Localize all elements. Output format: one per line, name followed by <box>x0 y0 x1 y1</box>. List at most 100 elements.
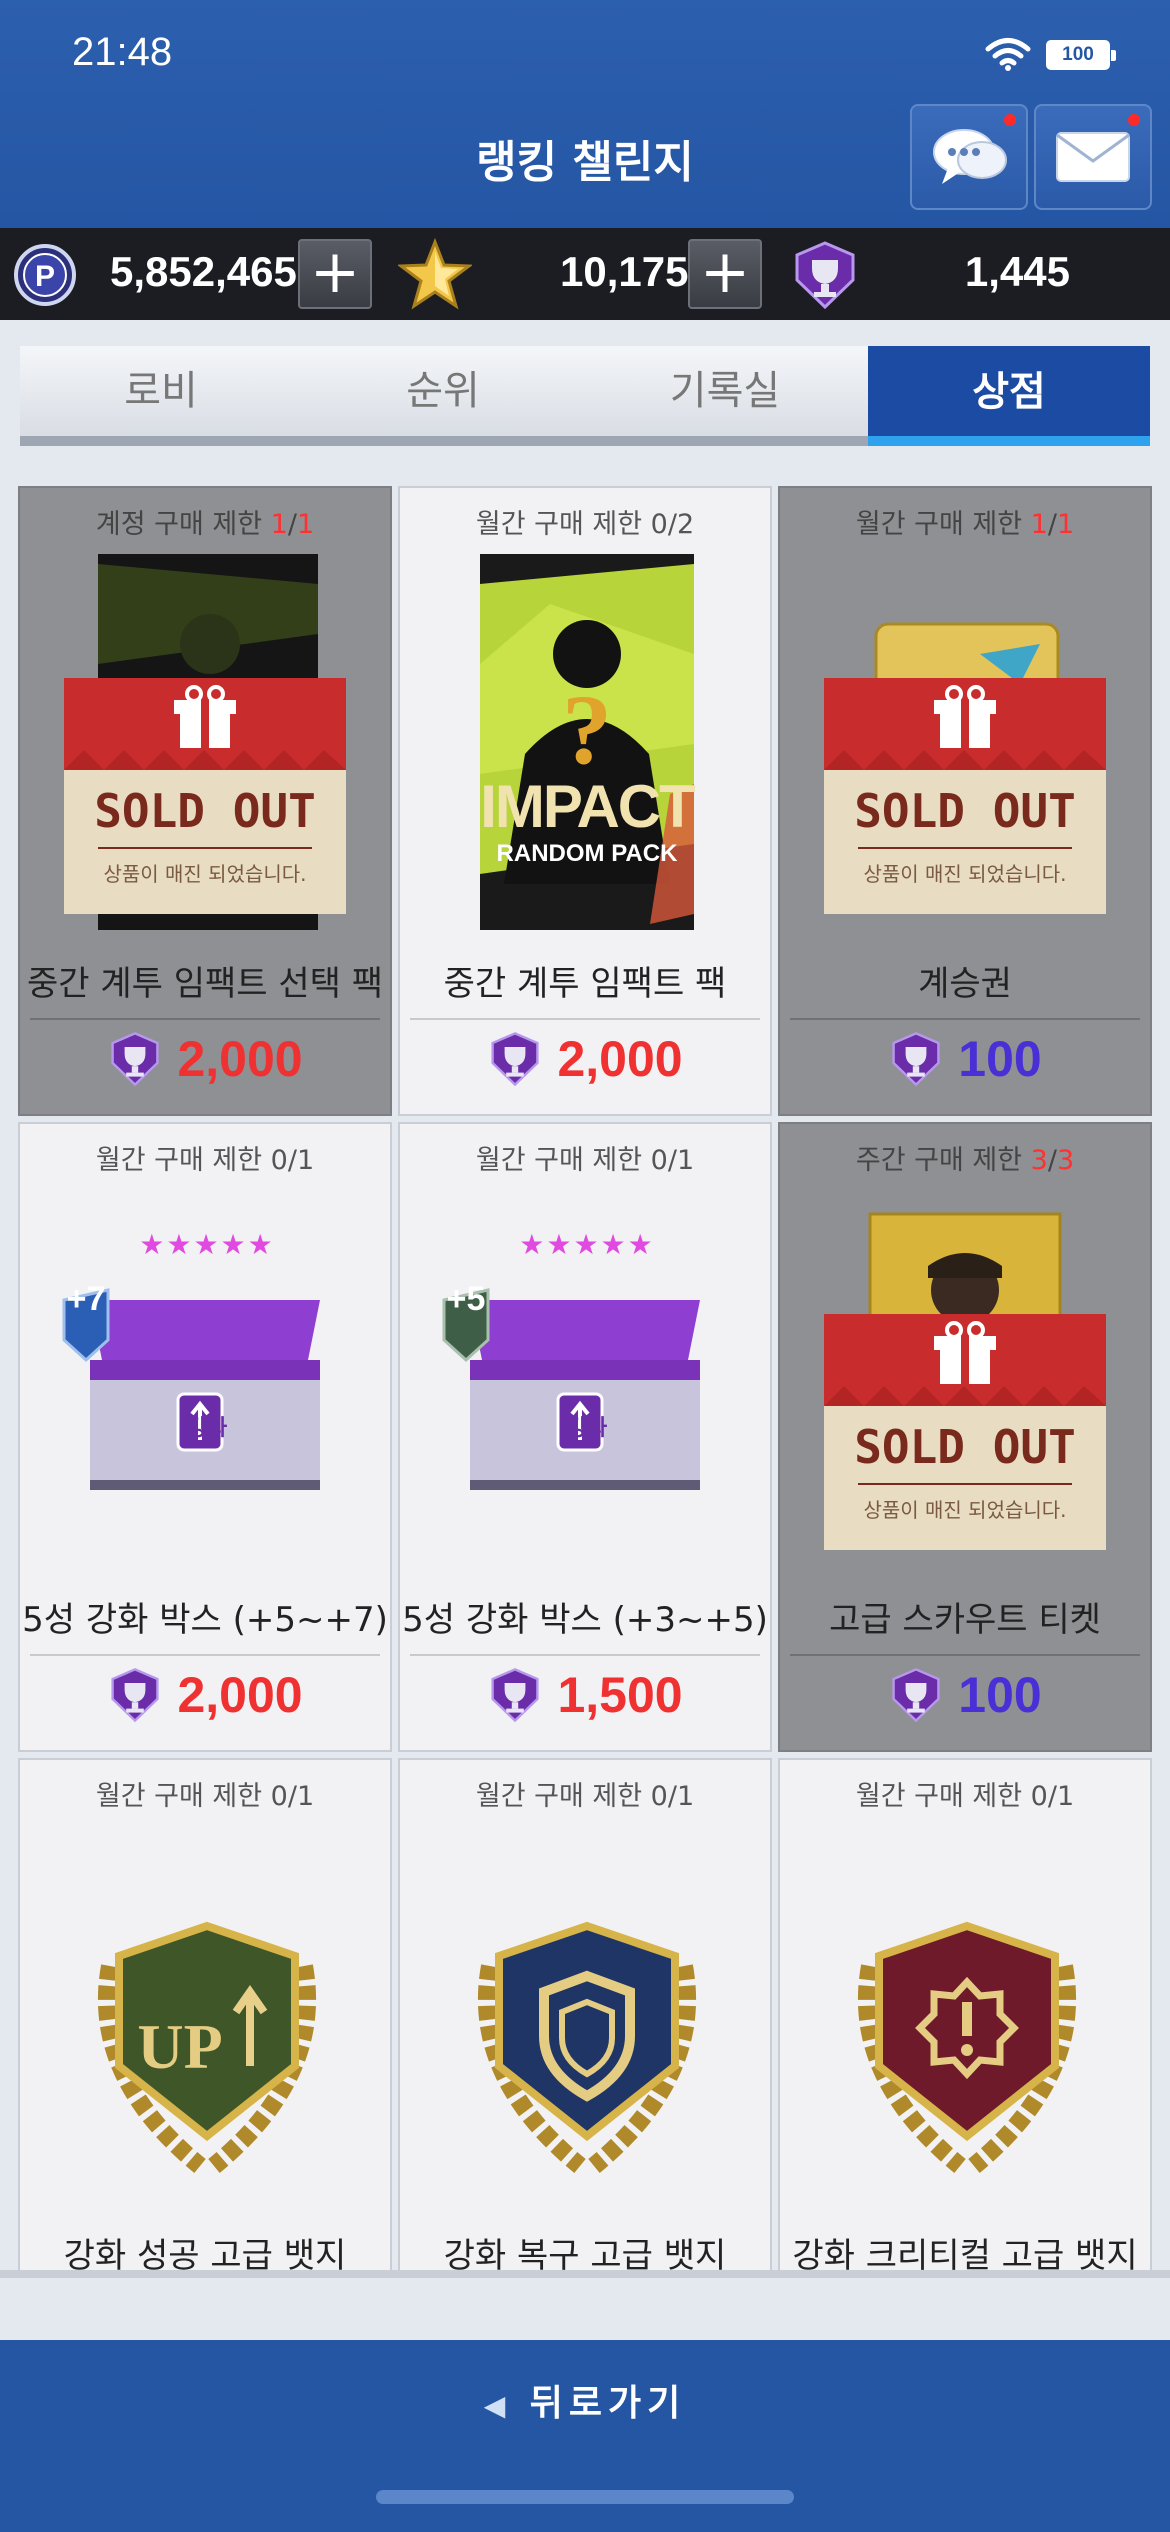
purchase-limit: 월간 구매 제한 0/1 <box>475 1145 695 1176</box>
trophy-shield-icon <box>892 1668 940 1723</box>
item-name: 고급 스카우트 티켓 <box>829 1600 1101 1640</box>
divider <box>790 1654 1140 1656</box>
purchase-limit: 계정 구매 제한 1/1 <box>95 509 315 540</box>
sold-out-subtitle: 상품이 매진 되었습니다. <box>863 862 1067 886</box>
notification-dot <box>1004 114 1016 126</box>
item-name: 중간 계투 임팩트 선택 팩 <box>26 964 384 1004</box>
item-name: 강화 성공 고급 뱃지 <box>63 2236 347 2270</box>
item-price: 2,000 <box>20 1666 390 1724</box>
wifi-icon <box>985 38 1031 71</box>
purchase-limit: 월간 구매 제한 0/1 <box>475 1781 695 1812</box>
sold-out-title: SOLD OUT <box>94 784 316 838</box>
add-points-button[interactable]: + <box>298 239 372 309</box>
shop-item-card[interactable]: 월간 구매 제한 0/1 ★★★★★ +5 강화 5성 강화 박스 (+3~+5… <box>398 1122 772 1752</box>
purchase-limit: 월간 구매 제한 0/1 <box>95 1781 315 1812</box>
box-stars: ★★★★★ <box>519 1228 655 1261</box>
shop-item-card[interactable]: 월간 구매 제한 1/1 SOLD OUT 상품이 매진 되었습니다. 계승권 … <box>778 486 1152 1116</box>
shop-item-card[interactable]: 월간 구매 제한 0/1 ★★★★★ +7 강화 5성 강화 박스 (+5~+7… <box>18 1122 392 1752</box>
upgrade-critical-badge-icon <box>858 1921 1076 2173</box>
item-image <box>810 1816 1124 2216</box>
purchase-limit: 월간 구매 제한 0/1 <box>95 1145 315 1176</box>
tab-shop[interactable]: 상점 <box>868 346 1150 446</box>
tab-records[interactable]: 기록실 <box>584 346 866 436</box>
add-stars-button[interactable]: + <box>688 239 762 309</box>
shop-item-card[interactable]: 주간 구매 제한 3/3 SOLD OUT 상품이 매진 되었습니다. 고급 스… <box>778 1122 1152 1752</box>
trophy-shield-icon <box>892 1032 940 1087</box>
item-price: 100 <box>780 1666 1150 1724</box>
item-name: 5성 강화 박스 (+5~+7) <box>22 1600 388 1640</box>
box-label: 강화 <box>186 1416 228 1441</box>
shop-item-card[interactable]: 월간 구매 제한 0/1 UP 강화 성공 고급 뱃지 <box>18 1758 392 2270</box>
envelope-icon <box>1056 132 1130 182</box>
points-value: 5,852,465 <box>110 248 297 295</box>
shop-item-card[interactable]: 월간 구매 제한 0/1 강화 크리티컬 고급 뱃지 <box>778 1758 1152 2270</box>
svg-text:P: P <box>35 260 55 293</box>
shop-item-card[interactable]: 월간 구매 제한 0/2 ? IMPACT RANDOM PACK 중간 계투 … <box>398 486 772 1116</box>
divider <box>30 1654 380 1656</box>
badge-up-text: UP <box>137 2011 223 2082</box>
trophy-shield-icon <box>111 1032 160 1087</box>
sold-out-subtitle: 상품이 매진 되었습니다. <box>863 1498 1067 1522</box>
mail-button[interactable] <box>1034 104 1152 210</box>
shop-item-card[interactable]: 계정 구매 제한 1/1 SOLD OUT 상품이 매진 되었습니다. 중간 계… <box>18 486 392 1116</box>
header-bar: 21:48 100 랭킹 챌린지 <box>0 0 1170 228</box>
back-button[interactable]: ◀ 뒤로가기 <box>0 2374 1170 2426</box>
purchase-limit: 월간 구매 제한 1/1 <box>855 509 1075 540</box>
box-badge: +7 <box>66 1280 106 1318</box>
home-indicator[interactable] <box>376 2490 794 2504</box>
status-time: 21:48 <box>72 30 173 74</box>
item-price: 100 <box>780 1030 1150 1088</box>
upgrade-restore-badge-icon <box>478 1921 696 2173</box>
purchase-limit: 월간 구매 제한 0/2 <box>475 509 695 540</box>
trophy-shield-icon <box>111 1668 160 1723</box>
box-label: 강화 <box>566 1416 608 1441</box>
item-name: 계승권 <box>918 964 1012 1004</box>
price-value: 2,000 <box>177 1667 303 1723</box>
star-icon <box>398 238 472 310</box>
item-image <box>430 1816 744 2216</box>
trophy-shield-icon <box>491 1668 540 1723</box>
back-label: 뒤로가기 <box>529 2383 687 2424</box>
shop-grid: 계정 구매 제한 1/1 SOLD OUT 상품이 매진 되었습니다. 중간 계… <box>0 486 1170 2270</box>
divider <box>790 1018 1140 1020</box>
trophy-shield-icon <box>491 1032 540 1087</box>
item-name: 강화 크리티컬 고급 뱃지 <box>792 2236 1138 2270</box>
price-value: 100 <box>958 1031 1042 1087</box>
bottom-bar: ◀ 뒤로가기 <box>0 2340 1170 2532</box>
item-name: 강화 복구 고급 뱃지 <box>443 2236 727 2270</box>
item-price: 2,000 <box>20 1030 390 1088</box>
item-price: 2,000 <box>400 1030 770 1088</box>
tab-ranking[interactable]: 순위 <box>302 346 584 436</box>
divider <box>30 1018 380 1020</box>
scroll-bottom-edge <box>0 2270 1170 2278</box>
pack-subtitle: RANDOM PACK <box>496 840 678 867</box>
item-name: 중간 계투 임팩트 팩 <box>443 964 727 1004</box>
tab-bar: 로비 순위 기록실 상점 <box>20 346 1150 446</box>
sold-out-title: SOLD OUT <box>854 784 1076 838</box>
chat-bubble-icon <box>933 129 1007 184</box>
chat-button[interactable] <box>910 104 1028 210</box>
price-value: 2,000 <box>557 1031 683 1087</box>
trophies-value: 1,445 <box>964 248 1070 295</box>
box-badge: +5 <box>446 1280 486 1318</box>
battery-icon: 100 <box>1046 40 1116 70</box>
price-value: 1,500 <box>557 1667 683 1723</box>
back-arrow-icon: ◀ <box>483 2389 512 2422</box>
trophy-shield-icon <box>795 241 855 310</box>
box-stars: ★★★★★ <box>139 1228 275 1261</box>
pack-title: IMPACT <box>480 773 696 840</box>
stars-value: 10,175 <box>560 248 689 295</box>
purchase-limit: 주간 구매 제한 3/3 <box>855 1145 1075 1176</box>
points-coin-icon: P <box>14 244 76 306</box>
sold-out-title: SOLD OUT <box>854 1420 1076 1474</box>
currency-bar: P 5,852,465 + 10,175 + 1,445 <box>0 228 1170 320</box>
divider <box>410 1654 760 1656</box>
price-value: 100 <box>958 1667 1042 1723</box>
shop-item-card[interactable]: 월간 구매 제한 0/1 강화 복구 고급 뱃지 <box>398 1758 772 2270</box>
notification-dot <box>1128 114 1140 126</box>
item-name: 5성 강화 박스 (+3~+5) <box>402 1600 768 1640</box>
tab-lobby[interactable]: 로비 <box>20 346 302 436</box>
pack-question-mark: ? <box>562 674 612 785</box>
divider <box>410 1018 760 1020</box>
item-price: 1,500 <box>400 1666 770 1724</box>
